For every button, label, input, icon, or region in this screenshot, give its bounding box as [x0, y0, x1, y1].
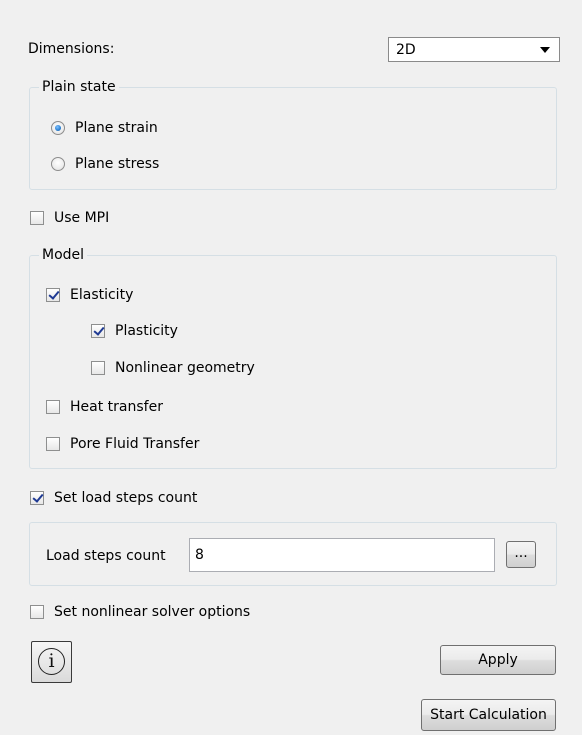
start-calculation-button[interactable]: Start Calculation [421, 699, 556, 731]
plasticity-checkbox[interactable] [91, 324, 105, 338]
pore-fluid-transfer-checkbox[interactable] [46, 437, 60, 451]
dimensions-selected-value: 2D [396, 42, 416, 58]
browse-button[interactable]: ... [506, 541, 536, 568]
load-steps-count-label: Load steps count [46, 548, 166, 564]
pore-fluid-transfer-label[interactable]: Pore Fluid Transfer [70, 435, 199, 453]
load-steps-count-input[interactable]: 8 [189, 538, 495, 572]
plane-stress-radio[interactable] [51, 157, 65, 171]
start-calculation-label: Start Calculation [430, 707, 547, 723]
elasticity-label[interactable]: Elasticity [70, 286, 133, 304]
load-steps-count-value: 8 [195, 547, 204, 563]
elasticity-checkbox[interactable] [46, 288, 60, 302]
nonlinear-solver-checkbox[interactable] [30, 605, 44, 619]
heat-transfer-checkbox[interactable] [46, 400, 60, 414]
nonlinear-geometry-checkbox[interactable] [91, 361, 105, 375]
plain-state-group [29, 87, 557, 190]
plane-strain-radio[interactable] [51, 121, 65, 135]
info-icon: i [38, 648, 65, 675]
plane-strain-label[interactable]: Plane strain [75, 119, 158, 137]
plane-stress-label[interactable]: Plane stress [75, 155, 159, 173]
browse-button-label: ... [514, 545, 528, 561]
dimensions-label: Dimensions: [28, 41, 115, 57]
set-load-steps-checkbox[interactable] [30, 491, 44, 505]
dimensions-dropdown[interactable]: 2D [388, 37, 560, 62]
use-mpi-checkbox[interactable] [30, 211, 44, 225]
plasticity-label[interactable]: Plasticity [115, 322, 178, 340]
model-title: Model [39, 246, 88, 264]
info-button[interactable]: i [31, 641, 72, 683]
chevron-down-icon[interactable] [540, 47, 550, 53]
set-load-steps-label[interactable]: Set load steps count [54, 489, 197, 507]
heat-transfer-label[interactable]: Heat transfer [70, 398, 163, 416]
nonlinear-geometry-label[interactable]: Nonlinear geometry [115, 359, 255, 377]
use-mpi-label[interactable]: Use MPI [54, 209, 109, 227]
nonlinear-solver-label[interactable]: Set nonlinear solver options [54, 603, 250, 621]
plain-state-title: Plain state [39, 78, 119, 96]
apply-button-label: Apply [478, 652, 518, 668]
apply-button[interactable]: Apply [440, 645, 556, 675]
